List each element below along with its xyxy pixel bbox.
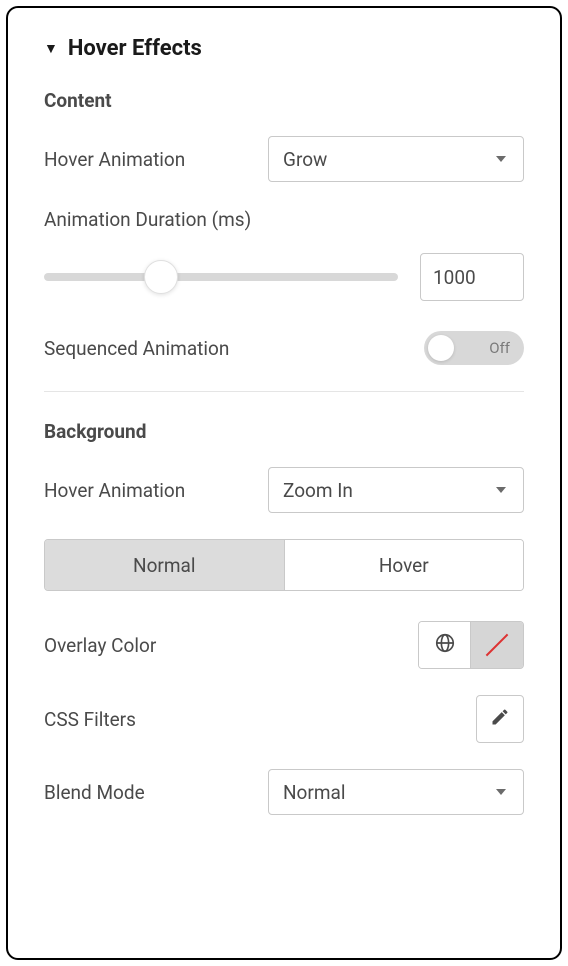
overlay-color-label: Overlay Color (44, 634, 156, 657)
color-swatch-button[interactable] (471, 622, 523, 668)
section-header[interactable]: ▼ Hover Effects (44, 36, 524, 61)
chevron-down-icon (493, 784, 509, 800)
content-hover-animation-row: Hover Animation Grow (44, 136, 524, 182)
content-hover-animation-label: Hover Animation (44, 148, 185, 171)
divider (44, 391, 524, 392)
overlay-color-row: Overlay Color (44, 621, 524, 669)
global-color-button[interactable] (419, 622, 471, 668)
collapse-icon: ▼ (44, 40, 58, 57)
blend-mode-value: Normal (283, 781, 345, 804)
chevron-down-icon (493, 151, 509, 167)
background-hover-animation-label: Hover Animation (44, 479, 185, 502)
duration-input[interactable]: 1000 (420, 253, 524, 301)
pencil-icon (490, 707, 510, 731)
sequenced-animation-label: Sequenced Animation (44, 337, 229, 360)
duration-slider[interactable] (44, 273, 398, 281)
tab-normal[interactable]: Normal (45, 540, 284, 590)
sequenced-animation-row: Sequenced Animation Off (44, 331, 524, 365)
no-color-icon (486, 634, 509, 657)
content-group-title: Content (44, 89, 524, 112)
section-title: Hover Effects (68, 36, 202, 61)
css-filters-edit-button[interactable] (476, 695, 524, 743)
overlay-color-control (418, 621, 524, 669)
blend-mode-label: Blend Mode (44, 781, 145, 804)
tab-hover[interactable]: Hover (284, 540, 524, 590)
blend-mode-select[interactable]: Normal (268, 769, 524, 815)
background-hover-animation-value: Zoom In (283, 479, 353, 502)
background-hover-animation-row: Hover Animation Zoom In (44, 467, 524, 513)
hover-effects-panel: ▼ Hover Effects Content Hover Animation … (6, 6, 562, 960)
blend-mode-row: Blend Mode Normal (44, 769, 524, 815)
css-filters-label: CSS Filters (44, 708, 136, 731)
chevron-down-icon (493, 482, 509, 498)
animation-duration-label: Animation Duration (ms) (44, 208, 524, 231)
animation-duration-control: 1000 (44, 253, 524, 301)
toggle-knob (428, 335, 454, 361)
background-hover-animation-select[interactable]: Zoom In (268, 467, 524, 513)
css-filters-row: CSS Filters (44, 695, 524, 743)
toggle-state-label: Off (489, 339, 510, 357)
content-hover-animation-value: Grow (283, 148, 327, 171)
background-group-title: Background (44, 420, 524, 443)
state-tabs: Normal Hover (44, 539, 524, 591)
globe-icon (434, 632, 456, 658)
sequenced-animation-toggle[interactable]: Off (424, 331, 524, 365)
slider-thumb[interactable] (144, 260, 178, 294)
content-hover-animation-select[interactable]: Grow (268, 136, 524, 182)
